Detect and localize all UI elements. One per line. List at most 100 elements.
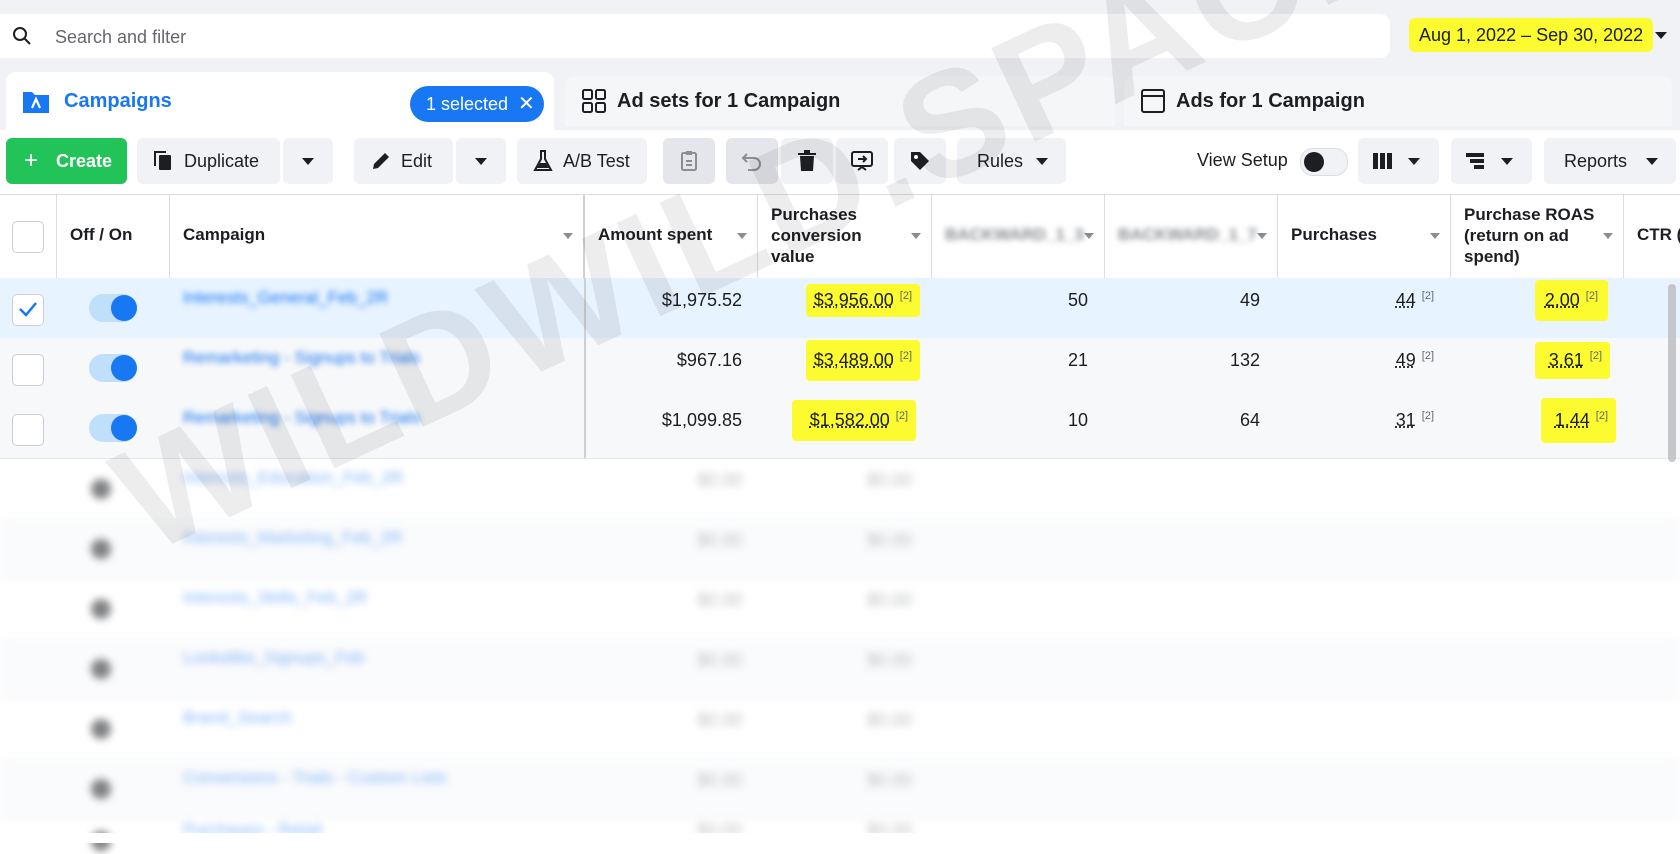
header-hidden-metric-2[interactable]: BACKWARD_1_7: [1105, 195, 1278, 279]
campaign-toggle[interactable]: [89, 354, 137, 382]
row-checkbox[interactable]: [12, 354, 44, 386]
campaign-name[interactable]: Lookalike_Signups_Feb: [183, 648, 364, 668]
campaign-name[interactable]: Brand_Search: [183, 708, 292, 728]
column-label: Amount spent: [598, 225, 729, 245]
create-button[interactable]: + Create: [6, 138, 127, 184]
undo-icon: [741, 150, 763, 172]
header-purchase-roas[interactable]: Purchase ROAS (return on ad spend): [1451, 195, 1624, 279]
delete-button[interactable]: [781, 138, 833, 184]
amount-spent: $0.00: [697, 590, 742, 611]
column-label: BACKWARD_1_7: [1118, 225, 1249, 245]
header-amount-spent[interactable]: Amount spent: [585, 195, 758, 279]
header-purchases[interactable]: Purchases: [1278, 195, 1451, 279]
undo-button[interactable]: [726, 138, 778, 184]
campaign-name[interactable]: Interests_Marketing_Feb_2R: [183, 528, 402, 548]
search-bar[interactable]: Search and filter: [0, 14, 1390, 58]
reports-button[interactable]: Reports: [1544, 138, 1676, 184]
conversion-value[interactable]: $3,956.00 [2]: [806, 284, 920, 317]
rules-button[interactable]: Rules: [957, 138, 1066, 184]
table-row[interactable]: Remarketing - Signups to Trials $1,099.8…: [0, 398, 1680, 459]
ab-test-label: A/B Test: [563, 138, 630, 184]
metric-1: 10: [1068, 410, 1088, 431]
purchases-value[interactable]: 49 [2]: [1396, 350, 1434, 371]
campaign-name[interactable]: Interests_Skills_Feb_2R: [183, 588, 367, 608]
roas-text: 3.61: [1549, 350, 1584, 370]
campaign-toggle[interactable]: [89, 714, 137, 742]
header-purchases-conversion-value[interactable]: Purchases conversion value: [758, 195, 932, 279]
conversion-value: $0.00: [867, 710, 912, 731]
campaign-toggle[interactable]: [89, 474, 137, 502]
campaign-name[interactable]: Remarketing - Signups to Trials: [183, 348, 420, 368]
paste-button[interactable]: [663, 138, 715, 184]
selected-count: 1 selected: [426, 86, 508, 122]
duplicate-button[interactable]: Duplicate: [137, 138, 280, 184]
campaign-toggle[interactable]: [89, 594, 137, 622]
table-row[interactable]: Interests_General_Feb_2R $1,975.52 $3,95…: [0, 278, 1680, 339]
purchases-value[interactable]: 31 [2]: [1396, 410, 1434, 431]
row-select[interactable]: [0, 398, 57, 458]
header-hidden-metric-1[interactable]: BACKWARD_1_3: [932, 195, 1105, 279]
edit-dropdown[interactable]: [456, 138, 506, 184]
columns-button[interactable]: [1358, 138, 1439, 184]
vertical-scrollbar[interactable]: [1668, 284, 1676, 462]
row-select[interactable]: [0, 278, 57, 338]
tab-ads[interactable]: Ads for 1 Campaign: [1124, 76, 1672, 126]
footnote: [2]: [1590, 350, 1602, 362]
date-range-picker[interactable]: Aug 1, 2022 – Sep 30, 2022: [1397, 14, 1675, 58]
breakdown-button[interactable]: [1451, 138, 1532, 184]
conversion-value[interactable]: $1,582.00 [2]: [792, 400, 916, 441]
roas-value[interactable]: 3.61 [2]: [1535, 342, 1610, 379]
conversion-value[interactable]: $3,489.00 [2]: [806, 340, 920, 381]
purchases-value[interactable]: 44 [2]: [1396, 290, 1434, 311]
campaign-name[interactable]: Remarketing - Signups to Trials: [183, 408, 420, 428]
bottom-edge: [0, 833, 1680, 843]
amount-spent: $1,975.52: [662, 290, 742, 311]
toggle-knob: [91, 479, 111, 499]
edit-label: Edit: [401, 138, 432, 184]
table-row[interactable]: Conversions - Trials - Custom Lists $0.0…: [0, 758, 1680, 819]
campaign-toggle[interactable]: [89, 654, 137, 682]
campaign-icon: [22, 88, 50, 114]
close-icon[interactable]: ✕: [518, 86, 535, 122]
roas-value[interactable]: 1.44 [2]: [1541, 398, 1616, 443]
date-range-label[interactable]: Aug 1, 2022 – Sep 30, 2022: [1409, 18, 1653, 52]
table-row[interactable]: Interests_Skills_Feb_2R $0.00 $0.00: [0, 578, 1680, 639]
sort-icon: [1257, 233, 1267, 239]
campaign-name[interactable]: Conversions - Trials - Custom Lists: [183, 768, 447, 788]
ab-test-button[interactable]: A/B Test: [517, 138, 647, 184]
tab-ad-sets[interactable]: Ad sets for 1 Campaign: [565, 76, 1115, 126]
select-all-checkbox[interactable]: [12, 221, 44, 253]
metric-2: 132: [1230, 350, 1260, 371]
conversion-value: $0.00: [867, 470, 912, 491]
toggle-knob: [91, 719, 111, 739]
view-setup-toggle[interactable]: [1300, 148, 1348, 176]
selected-badge[interactable]: 1 selected ✕: [410, 86, 544, 122]
duplicate-dropdown[interactable]: [283, 138, 333, 184]
table-row[interactable]: Interests_Education_Feb_2R $0.00 $0.00: [0, 458, 1680, 519]
header-ctr[interactable]: CTR (: [1624, 195, 1680, 279]
table-row[interactable]: Brand_Search $0.00 $0.00: [0, 698, 1680, 759]
tag-button[interactable]: [894, 138, 946, 184]
header-campaign[interactable]: Campaign: [170, 195, 585, 279]
campaign-toggle[interactable]: [89, 294, 137, 322]
campaign-toggle[interactable]: [89, 414, 137, 442]
roas-value[interactable]: 2.00 [2]: [1535, 280, 1608, 321]
preview-button[interactable]: [836, 138, 888, 184]
campaign-toggle[interactable]: [89, 774, 137, 802]
row-select[interactable]: [0, 338, 57, 398]
row-checkbox[interactable]: [12, 414, 44, 446]
search-input[interactable]: Search and filter: [55, 27, 186, 48]
campaign-name[interactable]: Interests_Education_Feb_2R: [183, 468, 403, 488]
header-off-on[interactable]: Off / On: [57, 195, 170, 279]
swap-icon: [850, 150, 874, 172]
table-row[interactable]: Lookalike_Signups_Feb $0.00 $0.00: [0, 638, 1680, 699]
column-label: Off / On: [70, 225, 141, 245]
metric-1: 21: [1068, 350, 1088, 371]
edit-button[interactable]: Edit: [354, 138, 453, 184]
table-row[interactable]: Remarketing - Signups to Trials $967.16 …: [0, 338, 1680, 399]
row-checkbox[interactable]: [12, 294, 44, 326]
tab-campaigns[interactable]: Campaigns 1 selected ✕: [6, 72, 554, 130]
table-row[interactable]: Interests_Marketing_Feb_2R $0.00 $0.00: [0, 518, 1680, 579]
campaign-toggle[interactable]: [89, 534, 137, 562]
campaign-name[interactable]: Interests_General_Feb_2R: [183, 288, 388, 308]
